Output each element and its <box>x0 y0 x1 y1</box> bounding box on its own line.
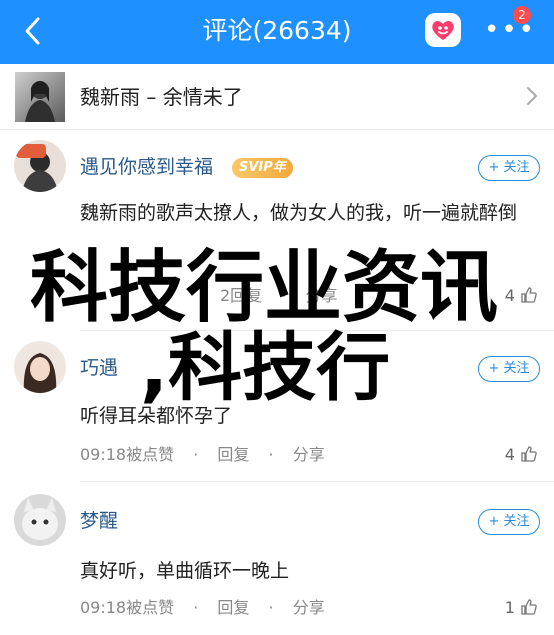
comment-text: 魏新雨的歌声太撩人，做为女人的我，听一遍就醉倒 <box>80 202 518 224</box>
vip-badge: SVIP年 <box>232 158 293 178</box>
share-button[interactable]: 分享 <box>293 444 325 466</box>
avatar[interactable] <box>14 341 66 393</box>
notification-badge: 2 <box>513 6 531 24</box>
separator-dot: · <box>193 598 199 617</box>
overlay-subline: ,科技行 <box>140 325 391 411</box>
reply-button[interactable]: 回复 <box>217 597 249 619</box>
reply-button[interactable]: 回复 <box>217 444 249 466</box>
comment-username[interactable]: 巧遇 <box>80 356 118 380</box>
like-song-button[interactable] <box>425 13 461 47</box>
like-count-value: 4 <box>504 445 515 464</box>
separator-dot: · <box>268 598 274 617</box>
comment-username[interactable]: 梦醒 <box>80 509 118 533</box>
thumbs-up-icon <box>521 446 537 462</box>
like-count[interactable]: 1 <box>505 597 538 619</box>
page-title: 评论(26634) <box>202 16 352 45</box>
comment-meta: 09:18被点赞 · 回复 · 分享 <box>80 597 325 619</box>
heart-icon <box>432 21 454 40</box>
follow-button[interactable]: + 关注 <box>478 155 540 181</box>
album-cover <box>15 72 65 122</box>
song-title: 魏新雨 – 余情未了 <box>80 85 243 109</box>
separator-dot: · <box>193 445 199 464</box>
like-count-value: 4 <box>504 286 515 305</box>
separator-dot: · <box>268 445 274 464</box>
top-bar: 评论(26634) ••• 2 <box>0 0 554 64</box>
comment-time: 09:18被点赞 <box>80 445 175 464</box>
follow-button[interactable]: + 关注 <box>478 356 540 382</box>
avatar[interactable] <box>14 140 66 192</box>
like-count-value: 1 <box>504 598 515 617</box>
comment-time: 09:18被点赞 <box>80 598 175 617</box>
like-count[interactable]: 4 <box>505 285 538 307</box>
share-button[interactable]: 分享 <box>293 597 325 619</box>
like-count[interactable]: 4 <box>505 444 538 466</box>
avatar[interactable] <box>14 494 66 546</box>
more-icon: ••• <box>484 15 537 45</box>
comment-item: 梦醒 + 关注 真好听，单曲循环一晚上 09:18被点赞 · 回复 · 分享 1 <box>0 482 554 635</box>
thumbs-up-icon <box>521 287 537 303</box>
chevron-right-icon <box>527 87 537 105</box>
comment-username[interactable]: 遇见你感到幸福 <box>80 155 213 179</box>
song-info-row[interactable]: 魏新雨 – 余情未了 <box>0 64 554 130</box>
comment-text: 真好听，单曲循环一晚上 <box>80 560 290 582</box>
follow-button[interactable]: + 关注 <box>478 509 540 535</box>
thumbs-up-icon <box>521 599 537 615</box>
overlay-headline: 科技行业资讯 <box>30 243 499 333</box>
comment-meta: 09:18被点赞 · 回复 · 分享 <box>80 444 325 466</box>
